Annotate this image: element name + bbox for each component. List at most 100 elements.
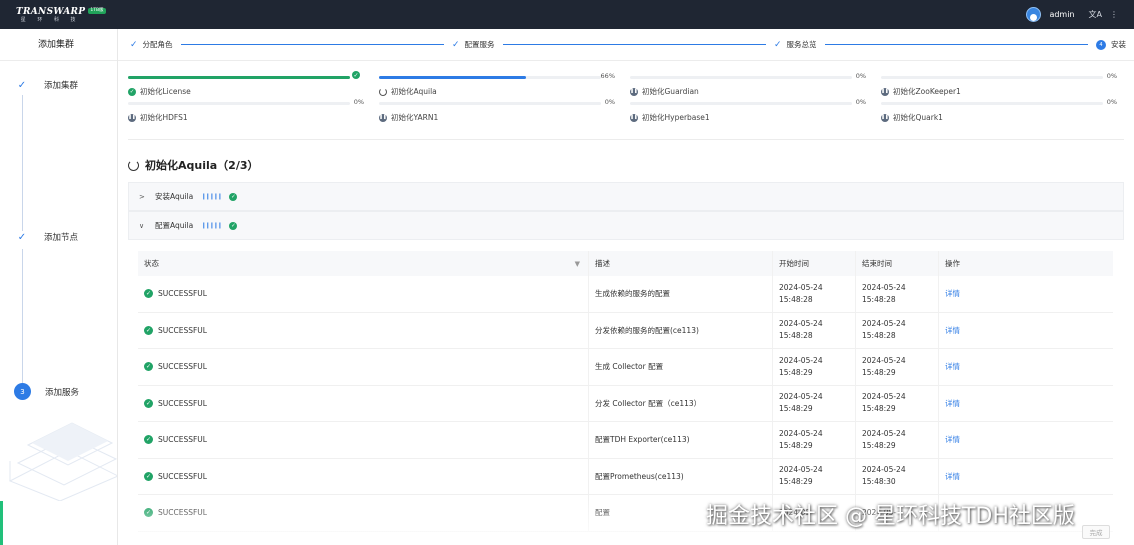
details-link[interactable]: 详情 — [945, 361, 960, 372]
details-link[interactable]: 详情 — [945, 325, 960, 336]
sidebar-accent-bar — [0, 501, 3, 545]
collapse-configure-aquila[interactable]: ∨ 配置Aquila ❙❙❙❙❙ ✓ — [128, 211, 1124, 240]
description-cell: 配置TDH Exporter(ce113) — [588, 422, 772, 458]
actions-cell: 详情 — [938, 422, 1113, 458]
status-text: SUCCESSFUL — [158, 325, 207, 335]
service-progress-item: ✓ ✓ 初始化License — [128, 71, 364, 96]
sidebar-connector — [22, 95, 23, 231]
logo-badge: 1TB版 — [88, 7, 106, 14]
step-assign-roles[interactable]: ✓ 分配角色 — [130, 39, 173, 50]
loading-spinner-icon — [379, 87, 387, 96]
progress-bar — [630, 76, 852, 79]
sidebar-connector — [22, 249, 23, 385]
wizard-stepper: ✓ 分配角色 ✓ 配置服务 ✓ 服务总览 4 安装 — [118, 29, 1134, 61]
progress-item-label: 初始化Aquila — [391, 87, 437, 96]
pending-pause-icon: ❚❚ — [379, 113, 387, 122]
step-service-overview[interactable]: ✓ 服务总览 — [774, 39, 817, 50]
step-connector — [180, 44, 444, 45]
table-row: ✓ SUCCESSFUL 生成依赖的服务的配置 2024-05-24 15:48:28 2… — [138, 276, 1113, 313]
success-check-icon: ✓ — [352, 71, 360, 79]
progress-bar — [379, 76, 601, 79]
start-date: 2024-05-24 — [779, 428, 823, 438]
loading-spinner-icon — [128, 159, 139, 171]
top-bar: TRANSWARP 星 环 科 技 1TB版 admin 文A ⋮ — [0, 0, 1134, 29]
end-time-cell: 2024-05-24 15:48:29 — [855, 422, 938, 458]
success-check-icon: ✓ — [144, 362, 153, 372]
main-panel: ✓ 分配角色 ✓ 配置服务 ✓ 服务总览 4 安装 ✓ ✓ 初始化License 66… — [118, 29, 1134, 545]
sidebar-step-add-cluster[interactable]: ✓ 添加集群 — [14, 79, 78, 92]
finish-button[interactable]: 完成 — [1082, 525, 1110, 539]
progress-bar — [128, 76, 350, 79]
user-name[interactable]: admin — [1049, 10, 1074, 19]
start-time: 15:48:28 — [779, 294, 813, 304]
details-link[interactable]: 详情 — [945, 398, 960, 409]
status-text: SUCCESSFUL — [158, 398, 207, 408]
progress-item-name: 初始化Aquila — [379, 86, 437, 97]
sidebar-step-label: 添加节点 — [44, 233, 79, 243]
end-time: 15:48:29 — [862, 367, 896, 377]
check-icon: ✓ — [130, 39, 138, 50]
pending-pause-icon: ❚❚ — [881, 87, 889, 96]
description-cell: 生成依赖的服务的配置 — [588, 276, 772, 312]
chevron-down-icon: ∨ — [139, 221, 145, 230]
service-progress-item: 0% ❚❚ 初始化ZooKeeper1 — [881, 72, 1117, 96]
collapse-label: 配置Aquila — [155, 221, 194, 230]
task-table: 状态 ▼ 描述 开始时间 结束时间 操作 ✓ SUCCESSFUL 生成依赖的服务的… — [138, 251, 1113, 532]
logo-main-text: TRANSWARP — [16, 6, 86, 17]
progress-percent: 0% — [604, 98, 615, 106]
details-link[interactable]: 详情 — [945, 471, 960, 482]
collapse-label: 安装Aquila — [155, 192, 194, 201]
divider — [128, 139, 1124, 140]
progress-bar — [881, 76, 1103, 79]
pending-pause-icon: ❚❚ — [630, 87, 638, 96]
success-check-icon: ✓ — [144, 398, 153, 408]
progress-item-label: 初始化Guardian — [642, 87, 699, 96]
service-progress-item: 0% ❚❚ 初始化Quark1 — [881, 98, 1117, 122]
details-link[interactable]: 详情 — [945, 288, 960, 299]
start-time-cell: 2024-05-24 15:48:29 — [772, 458, 855, 494]
details-link[interactable]: 详情 — [945, 434, 960, 445]
start-time: 15:48:29 — [779, 367, 813, 377]
table-body: ✓ SUCCESSFUL 生成依赖的服务的配置 2024-05-24 15:48:28 2… — [138, 276, 1113, 532]
progress-item-label: 初始化Quark1 — [893, 113, 943, 122]
user-avatar-icon[interactable] — [1026, 7, 1042, 22]
end-date: 2024-05-24 — [862, 392, 906, 402]
progress-percent: 66% — [600, 72, 615, 80]
progress-bars-icon: ❙❙❙❙❙ — [201, 193, 222, 200]
table-row: ✓ SUCCESSFUL 配置Prometheus(ce113) 2024-05-24… — [138, 458, 1113, 495]
end-time: 15:48:28 — [862, 294, 896, 304]
translate-icon[interactable]: 文A — [1089, 9, 1102, 20]
success-check-icon: ✓ — [144, 289, 153, 299]
pending-pause-icon: ❚❚ — [128, 113, 136, 122]
success-check-icon: ✓ — [144, 435, 153, 445]
progress-item-label: 初始化HDFS1 — [140, 113, 188, 122]
end-date: 2024-05-24 — [862, 355, 906, 365]
success-check-icon: ✓ — [144, 471, 153, 481]
step-configure-services[interactable]: ✓ 配置服务 — [452, 39, 495, 50]
status-text: SUCCESSFUL — [158, 362, 207, 372]
service-progress-item: 0% ❚❚ 初始化Guardian — [630, 72, 866, 96]
progress-item-label: 初始化ZooKeeper1 — [893, 87, 961, 96]
transwarp-logo[interactable]: TRANSWARP 星 环 科 技 1TB版 — [16, 7, 106, 23]
progress-item-name: ❚❚ 初始化HDFS1 — [128, 112, 188, 123]
progress-item-name: ❚❚ 初始化Quark1 — [881, 112, 943, 123]
progress-bar — [881, 102, 1103, 105]
filter-icon[interactable]: ▼ — [575, 260, 580, 268]
step-label: 配置服务 — [464, 40, 495, 49]
step-install[interactable]: 4 安装 — [1096, 39, 1126, 50]
status-cell: ✓ SUCCESSFUL — [138, 276, 588, 312]
sidebar-step-add-node[interactable]: ✓ 添加节点 — [14, 231, 79, 244]
progress-item-name: ❚❚ 初始化YARN1 — [379, 112, 438, 123]
sidebar-title: 添加集群 — [0, 29, 117, 61]
more-vertical-icon[interactable]: ⋮ — [1110, 10, 1118, 19]
table-row: ✓ SUCCESSFUL 生成 Collector 配置 2024-05-24 15:4… — [138, 349, 1113, 386]
start-time: 15:48:29 — [779, 404, 813, 414]
status-text: SUCCESSFUL — [158, 289, 207, 299]
start-time: 15:48:29 — [779, 440, 813, 450]
end-time: 15:48:28 — [862, 331, 896, 341]
step-label: 服务总览 — [786, 40, 817, 49]
header-end-time: 结束时间 — [855, 251, 938, 276]
progress-item-label: 初始化Hyperbase1 — [642, 113, 710, 122]
start-date: 2024-05-24 — [779, 319, 823, 329]
collapse-install-aquila[interactable]: > 安装Aquila ❙❙❙❙❙ ✓ — [128, 182, 1124, 211]
